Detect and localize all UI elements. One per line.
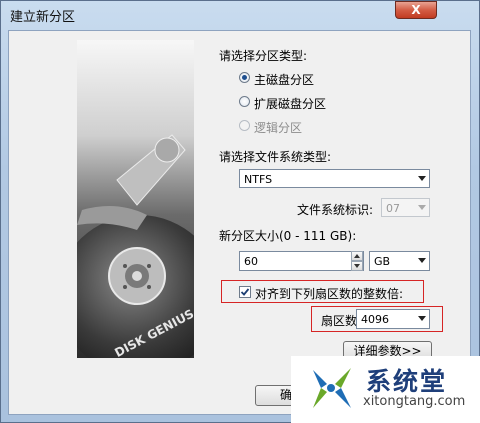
size-unit-value: GB (374, 255, 391, 268)
filesystem-id-select: 07 (381, 198, 430, 217)
size-label: 新分区大小(0 - 111 GB): (219, 229, 357, 243)
radio-logical-label: 逻辑分区 (254, 121, 303, 135)
close-button[interactable]: X (395, 1, 437, 19)
radio-primary-button[interactable] (239, 72, 250, 83)
title-bar[interactable]: 建立新分区 X (0, 0, 480, 28)
size-input[interactable]: 60 (239, 251, 364, 271)
filesystem-heading: 请选择文件系统类型: (219, 150, 332, 164)
close-icon: X (411, 3, 421, 17)
filesystem-id-label: 文件系统标识: (297, 203, 374, 217)
radio-primary-label: 主磁盘分区 (254, 73, 315, 87)
align-checkbox[interactable] (239, 286, 251, 298)
sectors-select[interactable]: 4096 (356, 309, 430, 329)
partition-type-heading: 请选择分区类型: (219, 49, 308, 63)
filesystem-value: NTFS (244, 173, 273, 186)
checkmark-icon (240, 288, 250, 296)
chevron-down-icon (418, 316, 426, 321)
watermark-logo-icon (313, 368, 351, 408)
hard-disk-image: DISK GENIUS (77, 40, 194, 358)
disk-genius-banner: DISK GENIUS (77, 40, 194, 358)
arrow-down-icon (354, 264, 360, 268)
align-label: 对齐到下列扇区数的整数倍: (255, 287, 404, 301)
size-unit-select[interactable]: GB (369, 251, 430, 271)
filesystem-id-value: 07 (386, 202, 400, 215)
sectors-value: 4096 (361, 313, 389, 326)
radio-logical-button (239, 120, 250, 131)
filesystem-select[interactable]: NTFS (239, 169, 430, 188)
watermark-url: xitongtang.com (363, 394, 466, 409)
watermark-name: 系统堂 (366, 367, 448, 396)
spin-down-button[interactable] (351, 261, 363, 271)
chevron-down-icon (418, 258, 426, 263)
arrow-up-icon (354, 254, 360, 258)
spin-up-button[interactable] (351, 251, 363, 261)
radio-extended-button[interactable] (239, 96, 250, 107)
chevron-down-icon (418, 205, 426, 210)
radio-extended-label: 扩展磁盘分区 (254, 97, 327, 111)
chevron-down-icon (418, 176, 426, 181)
watermark: 系统堂 xitongtang.com (291, 356, 480, 423)
window-title: 建立新分区 (10, 10, 76, 25)
size-value: 60 (244, 255, 258, 268)
